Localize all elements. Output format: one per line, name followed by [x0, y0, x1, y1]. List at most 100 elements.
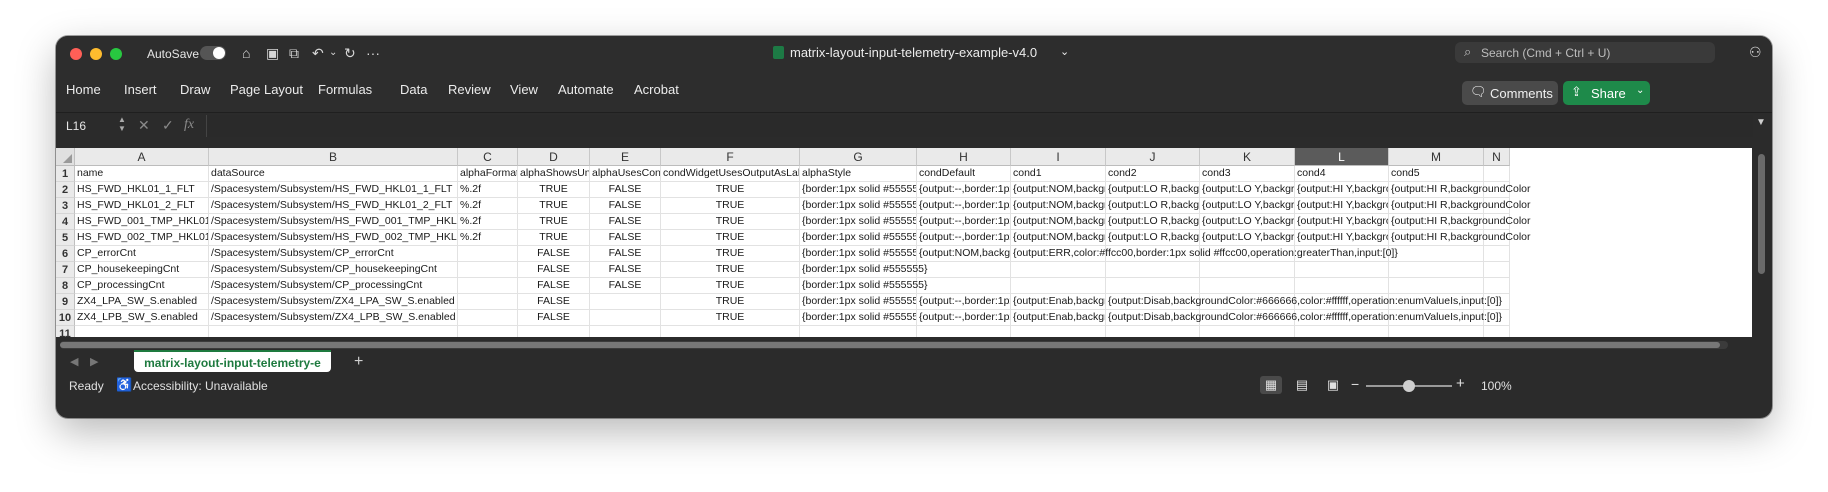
- grid-cell[interactable]: [800, 326, 917, 337]
- row-header[interactable]: 2: [56, 182, 75, 198]
- grid-cell[interactable]: FALSE: [590, 182, 661, 198]
- grid-cell[interactable]: [1295, 326, 1389, 337]
- tab-insert[interactable]: Insert: [124, 82, 157, 97]
- formula-input[interactable]: [206, 115, 1753, 137]
- grid-cell[interactable]: alphaUsesCond: [590, 166, 661, 182]
- grid-cell[interactable]: /Spacesystem/Subsystem/HS_FWD_HKL01_1_FL…: [209, 182, 458, 198]
- grid-cell[interactable]: %.2f: [458, 230, 518, 246]
- grid-cell[interactable]: [75, 326, 209, 337]
- grid-cell[interactable]: [458, 262, 518, 278]
- zoom-slider-knob[interactable]: [1403, 380, 1415, 392]
- grid-cell[interactable]: FALSE: [590, 262, 661, 278]
- grid-cell[interactable]: {output:--,border:1px solid: [917, 310, 1011, 326]
- column-header[interactable]: K: [1200, 148, 1295, 166]
- enter-icon[interactable]: ✓: [162, 117, 174, 134]
- grid-cell[interactable]: TRUE: [518, 182, 590, 198]
- row-header[interactable]: 11: [56, 326, 75, 337]
- grid-cell[interactable]: [1484, 326, 1510, 337]
- grid-cell[interactable]: FALSE: [518, 262, 590, 278]
- grid-cell[interactable]: /Spacesystem/Subsystem/CP_housekeepingCn…: [209, 262, 458, 278]
- expand-formula-bar-icon[interactable]: ▼: [1756, 117, 1766, 128]
- grid-cell[interactable]: TRUE: [661, 198, 800, 214]
- autosave-toggle[interactable]: [200, 46, 226, 60]
- grid-cell[interactable]: [458, 310, 518, 326]
- tab-acrobat[interactable]: Acrobat: [634, 82, 679, 97]
- grid-cell[interactable]: [590, 310, 661, 326]
- grid-cell[interactable]: FALSE: [590, 278, 661, 294]
- tab-automate[interactable]: Automate: [558, 82, 614, 97]
- column-header[interactable]: D: [518, 148, 590, 166]
- accessibility-status[interactable]: Accessibility: Unavailable: [133, 379, 268, 393]
- page-break-view-icon[interactable]: ▣: [1322, 376, 1344, 394]
- grid-cell[interactable]: {output:NOM,background: [1011, 214, 1106, 230]
- grid-cell[interactable]: {output:LO Y,background: [1200, 214, 1295, 230]
- row-header[interactable]: 10: [56, 310, 75, 326]
- grid-cell[interactable]: name: [75, 166, 209, 182]
- grid-cell[interactable]: {output:--,border:1px solid: [917, 294, 1011, 310]
- grid-cell[interactable]: TRUE: [518, 214, 590, 230]
- grid-cell[interactable]: {border:1px solid #555555}: [800, 198, 917, 214]
- grid-cell[interactable]: {border:1px solid #555555}: [800, 214, 917, 230]
- column-header[interactable]: N: [1484, 148, 1510, 166]
- grid-cell[interactable]: {border:1px solid #555555}: [800, 310, 917, 326]
- grid-cell[interactable]: cond2: [1106, 166, 1200, 182]
- grid-cell[interactable]: TRUE: [518, 198, 590, 214]
- grid-cell[interactable]: {output:Disab,backgroundColor:#666666,co…: [1106, 310, 1502, 326]
- vertical-scrollbar[interactable]: [1752, 148, 1772, 337]
- minimize-window-button[interactable]: [90, 48, 102, 60]
- zoom-out-icon[interactable]: −: [1351, 376, 1359, 392]
- search-box[interactable]: ⌕ Search (Cmd + Ctrl + U): [1455, 42, 1715, 63]
- grid-cell[interactable]: {output:NOM,background: [1011, 198, 1106, 214]
- insert-function-icon[interactable]: fx: [184, 117, 194, 133]
- grid-cell[interactable]: {output:LO R,background: [1106, 230, 1200, 246]
- grid-cell[interactable]: TRUE: [518, 230, 590, 246]
- grid-cell[interactable]: {output:HI R,backgroundColor: [1389, 230, 1531, 246]
- grid-cell[interactable]: HS_FWD_HKL01_2_FLT: [75, 198, 209, 214]
- row-header[interactable]: 7: [56, 262, 75, 278]
- grid-cell[interactable]: {output:HI Y,background: [1295, 214, 1389, 230]
- more-icon[interactable]: ···: [366, 44, 380, 62]
- tab-data[interactable]: Data: [400, 82, 427, 97]
- horizontal-scroll-thumb[interactable]: [60, 342, 1720, 348]
- grid-cell[interactable]: TRUE: [661, 246, 800, 262]
- close-window-button[interactable]: [70, 48, 82, 60]
- grid-cell[interactable]: condWidgetUsesOutputAsLabel: [661, 166, 800, 182]
- zoom-in-icon[interactable]: +: [1456, 375, 1465, 392]
- column-header[interactable]: I: [1011, 148, 1106, 166]
- column-header[interactable]: M: [1389, 148, 1484, 166]
- grid-cell[interactable]: /Spacesystem/Subsystem/ZX4_LPA_SW_S.enab…: [209, 294, 458, 310]
- grid-cell[interactable]: [1200, 262, 1295, 278]
- grid-cell[interactable]: FALSE: [518, 310, 590, 326]
- grid-cell[interactable]: HS_FWD_HKL01_1_FLT: [75, 182, 209, 198]
- undo-dropdown-icon[interactable]: ⌄: [329, 44, 337, 62]
- grid-cell[interactable]: [590, 326, 661, 337]
- grid-cell[interactable]: [590, 294, 661, 310]
- grid-cell[interactable]: {border:1px solid #555555}: [800, 278, 928, 294]
- grid-cell[interactable]: /Spacesystem/Subsystem/HS_FWD_002_TMP_HK…: [209, 230, 458, 246]
- home-icon[interactable]: ⌂: [242, 44, 250, 62]
- grid-cell[interactable]: [1011, 262, 1106, 278]
- grid-cell[interactable]: {output:LO Y,background: [1200, 182, 1295, 198]
- grid-cell[interactable]: dataSource: [209, 166, 458, 182]
- horizontal-scrollbar[interactable]: [60, 341, 1728, 349]
- grid-cell[interactable]: [458, 278, 518, 294]
- cancel-icon[interactable]: ✕: [138, 117, 150, 134]
- grid-cell[interactable]: {border:1px solid #555555}: [800, 294, 917, 310]
- column-header[interactable]: H: [917, 148, 1011, 166]
- grid-cell[interactable]: CP_housekeepingCnt: [75, 262, 209, 278]
- row-header[interactable]: 9: [56, 294, 75, 310]
- grid-cell[interactable]: {output:--,border:1px solid: [917, 198, 1011, 214]
- column-header[interactable]: B: [209, 148, 458, 166]
- grid-cell[interactable]: HS_FWD_001_TMP_HKL01_FLT: [75, 214, 209, 230]
- grid-cell[interactable]: [518, 326, 590, 337]
- tab-page-layout[interactable]: Page Layout: [230, 82, 303, 97]
- grid-cell[interactable]: {output:Disab,backgroundColor:#666666,co…: [1106, 294, 1502, 310]
- grid-cell[interactable]: [1484, 278, 1510, 294]
- select-all-button[interactable]: [56, 148, 75, 166]
- grid-cell[interactable]: [458, 294, 518, 310]
- grid-cell[interactable]: ZX4_LPA_SW_S.enabled: [75, 294, 209, 310]
- sheet-tab-active[interactable]: matrix-layout-input-telemetry-e: [134, 350, 331, 372]
- grid-cell[interactable]: TRUE: [661, 294, 800, 310]
- comments-button[interactable]: 🗨 Comments: [1462, 81, 1558, 105]
- grid-cell[interactable]: FALSE: [590, 246, 661, 262]
